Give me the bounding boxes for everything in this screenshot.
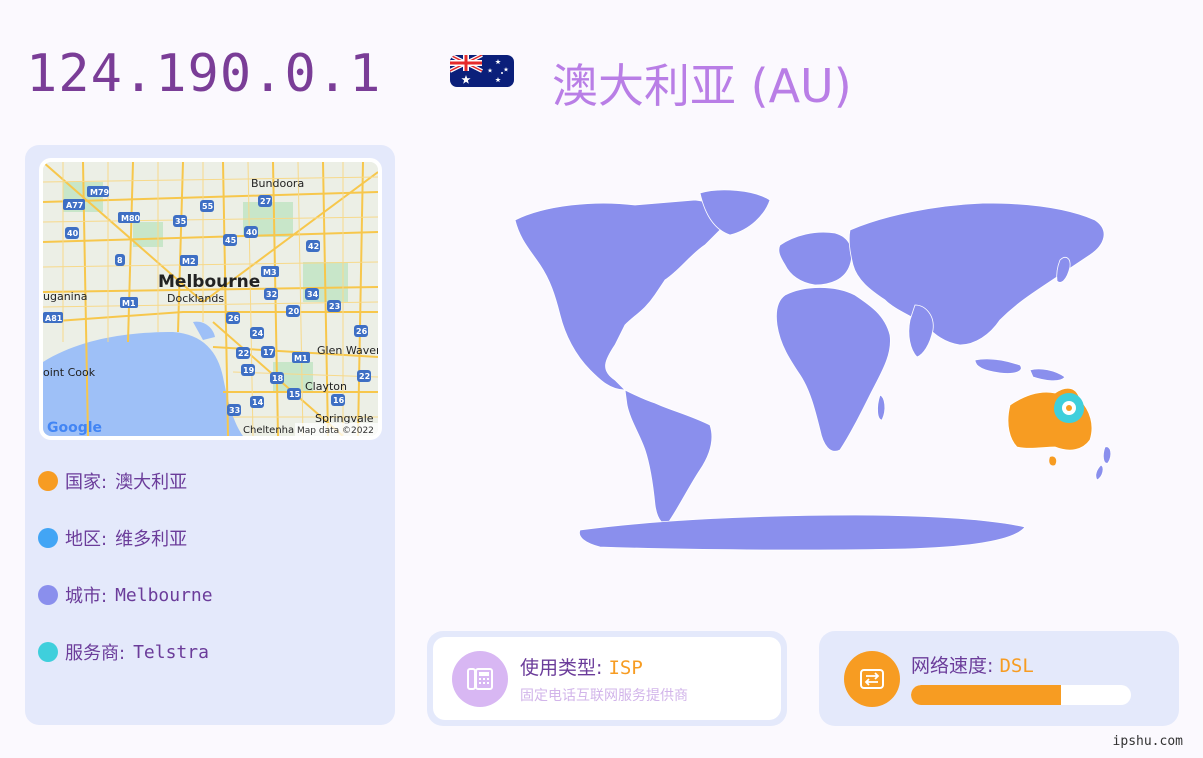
svg-text:15: 15 (289, 390, 301, 399)
network-speed-value: DSL (999, 655, 1034, 677)
svg-text:17: 17 (263, 348, 274, 357)
svg-text:14: 14 (252, 398, 264, 407)
info-country-label: 国家: (65, 472, 108, 493)
info-city-value: Melbourne (115, 584, 213, 606)
svg-text:M80: M80 (121, 214, 141, 223)
svg-text:18: 18 (272, 374, 284, 383)
info-isp: 服务商: Telstra (38, 639, 209, 665)
usage-type-card: 使用类型: ISP 固定电话互联网服务提供商 (427, 631, 787, 726)
svg-text:M2: M2 (182, 257, 196, 266)
region-dot-icon (38, 528, 58, 548)
svg-text:A81: A81 (45, 314, 63, 323)
svg-text:26: 26 (356, 327, 368, 336)
telephone-icon (452, 651, 508, 707)
svg-text:A77: A77 (66, 201, 83, 210)
map-label-glen-waverley: Glen Waver (317, 344, 378, 357)
usage-type-title: 使用类型: ISP (520, 657, 643, 679)
map-label-cheltenham: Cheltenha (243, 425, 294, 436)
svg-text:55: 55 (202, 202, 214, 211)
svg-text:24: 24 (252, 329, 264, 338)
svg-text:42: 42 (308, 242, 319, 251)
svg-text:22: 22 (359, 372, 370, 381)
location-info-panel: M79 A77 M80 35 55 27 40 45 40 42 8 M2 M3… (25, 145, 395, 725)
site-footer: ipshu.com (1112, 734, 1183, 749)
network-speed-bar (911, 685, 1131, 705)
info-country-value: 澳大利亚 (115, 472, 188, 493)
map-label-point-cook: oint Cook (43, 366, 96, 379)
map-label-docklands: Docklands (167, 292, 224, 305)
map-label-clayton: Clayton (305, 380, 347, 393)
city-dot-icon (38, 585, 58, 605)
network-drive-icon (844, 651, 900, 707)
australia-flag-icon (450, 55, 514, 87)
svg-text:34: 34 (307, 290, 319, 299)
info-isp-value: Telstra (133, 641, 209, 663)
svg-text:26: 26 (228, 314, 240, 323)
svg-text:20: 20 (288, 307, 300, 316)
svg-text:16: 16 (333, 396, 345, 405)
info-region: 地区: 维多利亚 (38, 525, 187, 551)
map-label-bundoora: Bundoora (251, 177, 304, 190)
google-logo: Google (47, 420, 102, 436)
info-isp-label: 服务商: (65, 643, 126, 664)
map-label-truganina: uganina (43, 290, 87, 303)
info-city: 城市: Melbourne (38, 582, 213, 608)
country-dot-icon (38, 471, 58, 491)
info-city-label: 城市: (65, 586, 108, 607)
network-speed-card: 网络速度: DSL (819, 631, 1179, 726)
network-speed-title: 网络速度: DSL (911, 655, 1034, 677)
usage-type-subtitle: 固定电话互联网服务提供商 (520, 688, 688, 704)
info-region-label: 地区: (65, 529, 108, 550)
info-country: 国家: 澳大利亚 (38, 468, 187, 494)
svg-text:22: 22 (238, 349, 249, 358)
svg-text:M3: M3 (263, 268, 277, 277)
country-title: 澳大利亚 (AU) (552, 59, 852, 113)
world-map (505, 185, 1155, 560)
isp-dot-icon (38, 642, 58, 662)
info-region-value: 维多利亚 (115, 529, 188, 550)
svg-text:45: 45 (225, 236, 237, 245)
svg-text:M1: M1 (294, 354, 308, 363)
map-label-city: Melbourne (158, 272, 260, 292)
svg-text:32: 32 (266, 290, 277, 299)
usage-type-value: ISP (608, 657, 643, 679)
svg-text:27: 27 (260, 197, 271, 206)
map-attribution: Map data ©2022 (297, 426, 374, 436)
location-pin-icon (1054, 393, 1084, 423)
svg-text:40: 40 (246, 228, 258, 237)
svg-text:33: 33 (229, 406, 240, 415)
svg-text:35: 35 (175, 217, 187, 226)
svg-text:19: 19 (243, 366, 255, 375)
network-speed-bar-fill (911, 685, 1061, 705)
svg-text:M79: M79 (90, 188, 110, 197)
svg-text:M1: M1 (122, 299, 136, 308)
svg-text:8: 8 (117, 256, 123, 265)
city-map[interactable]: M79 A77 M80 35 55 27 40 45 40 42 8 M2 M3… (39, 158, 382, 440)
svg-text:23: 23 (329, 302, 340, 311)
svg-text:40: 40 (67, 229, 79, 238)
ip-address: 124.190.0.1 (26, 44, 382, 104)
